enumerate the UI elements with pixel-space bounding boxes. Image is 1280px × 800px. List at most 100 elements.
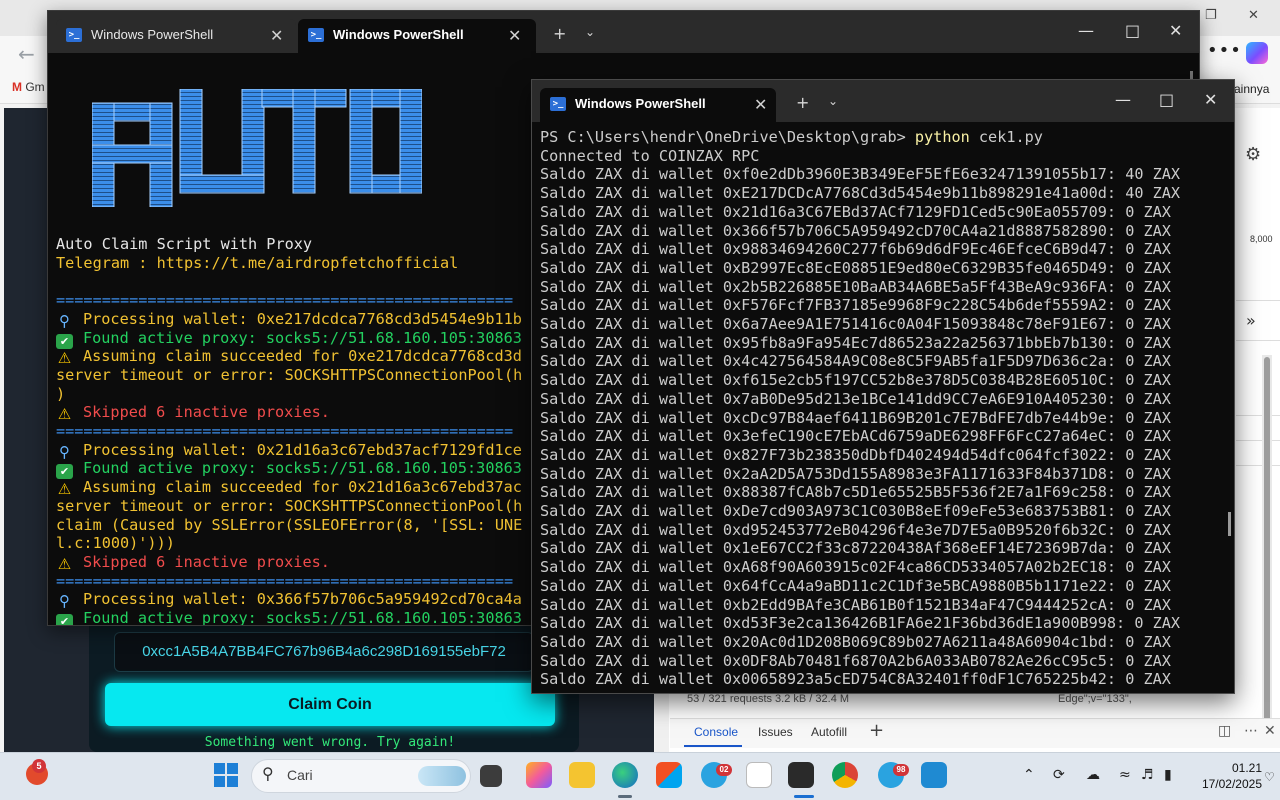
browser-back-icon[interactable]: ← [18, 42, 35, 66]
edge-active-indicator [618, 795, 632, 798]
app-icon[interactable] [746, 762, 772, 788]
network-summary: 53 / 321 requests 3.2 kB / 32.4 M [687, 693, 850, 705]
close-tab-icon[interactable]: ✕ [270, 26, 283, 45]
minimize-icon[interactable]: — [1115, 90, 1131, 109]
cloud-icon[interactable]: ☁ [1086, 767, 1100, 783]
more-tools-icon[interactable]: ⋯ [1244, 723, 1258, 739]
terminal-output-back[interactable]: Auto Claim Script with Proxy Telegram : h… [48, 53, 531, 625]
terminal-line-text: Found active proxy: socks5://51.68.160.1… [83, 459, 522, 478]
terminal-line: ) [56, 385, 65, 404]
wallet-address-field[interactable]: 0xcc1A5B4A7BB4FC767b96B4a6c298D169155ebF… [114, 632, 534, 672]
command-argument: cek1.py [969, 128, 1043, 146]
terminal-line: Saldo ZAX di wallet 0x6a7Aee9A1E751416c0… [540, 315, 1171, 333]
close-window-icon[interactable]: ✕ [1204, 90, 1217, 109]
chrome-icon[interactable] [832, 762, 858, 788]
terminal-line-text: Skipped 6 inactive proxies. [83, 552, 330, 571]
terminal-scrollbar[interactable] [1228, 512, 1231, 536]
terminal-taskbar-icon[interactable] [788, 762, 814, 788]
minimize-icon[interactable]: — [1078, 21, 1094, 40]
terminal-line: Saldo ZAX di wallet 0xf615e2cb5f197CC52b… [540, 371, 1171, 390]
add-tab-icon[interactable]: + [869, 720, 884, 741]
tab-console[interactable]: Console [694, 725, 738, 739]
terminal-line-text: Found active proxy: socks5://51.68.160.1… [83, 328, 522, 347]
terminal-tab-active[interactable]: >_ Windows PowerShell ✕ [540, 88, 776, 122]
windows-logo-icon [214, 763, 238, 787]
browser-restore-icon[interactable]: ❐ [1205, 8, 1217, 23]
clock-time: 01.21 [1231, 761, 1262, 775]
terminal-line: Connected to COINZAX RPC [540, 146, 760, 165]
tray-overflow-icon[interactable]: ⌃ [1023, 767, 1035, 783]
double-chevron-icon[interactable]: » [1246, 311, 1256, 330]
copilot-taskbar-icon[interactable] [526, 762, 552, 788]
bookmark-other[interactable]: ainnya [1234, 82, 1269, 96]
tab-issues[interactable]: Issues [758, 725, 793, 739]
start-icon[interactable] [213, 762, 239, 788]
error-message: Something went wrong. Try again! [204, 735, 456, 750]
telegram-2-badge: 98 [893, 764, 909, 776]
terminal-line: Saldo ZAX di wallet 0x88387fCA8b7c5D1e65… [540, 483, 1171, 502]
terminal-line: Telegram : https://t.me/airdropfetchoffi… [56, 254, 458, 273]
browser-menu-icon[interactable]: ••• [1207, 40, 1242, 61]
powershell-icon: >_ [308, 28, 324, 42]
devtools-row-divider [1236, 415, 1280, 416]
new-tab-icon[interactable]: + [796, 93, 809, 112]
terminal-line: Saldo ZAX di wallet 0x1eE67CC2f33c872204… [540, 539, 1171, 558]
devtools-scrollbar-thumb[interactable] [1264, 357, 1270, 730]
terminal-line-text: Processing wallet: 0x366f57b706c5a959492… [83, 590, 522, 609]
terminal-tab-active[interactable]: >_ Windows PowerShell ✕ [298, 19, 536, 53]
browser-close-icon[interactable]: ✕ [1248, 8, 1259, 23]
devtools-row-divider [1236, 300, 1280, 301]
bookmark-gmail-label: Gm [25, 80, 45, 94]
claim-coin-button[interactable]: Claim Coin [105, 683, 555, 726]
tab-dropdown-icon[interactable]: ⌄ [585, 25, 595, 39]
devtools-number-label: 8,000 [1250, 234, 1273, 244]
copilot-icon[interactable] [1246, 42, 1268, 64]
close-tab-icon[interactable]: ✕ [508, 26, 521, 45]
notification-bell-icon[interactable]: ♡ [1264, 770, 1275, 784]
terminal-line: Saldo ZAX di wallet 0xd952453772eB04296f… [540, 520, 1171, 539]
terminal-output-front[interactable]: PS C:\Users\hendr\OneDrive\Desktop\grab>… [532, 122, 1234, 693]
terminal-line: Saldo ZAX di wallet 0x00658923a5cED754C8… [540, 670, 1171, 689]
settings-gear-icon[interactable]: ⚙ [1245, 144, 1261, 165]
warning-icon: ⚠ [57, 554, 72, 573]
terminal-line-text: ========================================… [56, 571, 514, 590]
magnifier-icon: ⚲ [59, 592, 70, 611]
terminal-tab-title: Windows PowerShell [91, 27, 214, 42]
maximize-icon[interactable]: □ [1159, 90, 1174, 109]
terminal-line: Saldo ZAX di wallet 0x2aA2D5A753Dd155A89… [540, 464, 1171, 483]
terminal-tab[interactable]: >_ Windows PowerShell ✕ [56, 19, 296, 53]
warning-icon: ⚠ [57, 480, 72, 499]
maximize-icon[interactable]: □ [1125, 21, 1140, 40]
terminal-line: Saldo ZAX di wallet 0x64fCcA4a9aBD11c2C1… [540, 576, 1171, 595]
close-tab-icon[interactable]: ✕ [754, 95, 767, 114]
terminal-line-text: Auto Claim Script with Proxy [56, 235, 313, 253]
terminal-line: claim (Caused by SSLError(SSLEOFError(8,… [56, 516, 522, 535]
edge-icon[interactable] [612, 762, 638, 788]
terminal-line-text: Assuming claim succeeded for 0x21d16a3c6… [83, 478, 522, 497]
file-explorer-icon[interactable] [569, 762, 595, 788]
close-drawer-icon[interactable]: ✕ [1264, 723, 1276, 739]
command-name: python [914, 128, 970, 146]
terminal-line: Auto Claim Script with Proxy [56, 235, 312, 254]
bookmark-gmail[interactable]: M Gm [12, 80, 45, 94]
taskbar-clock[interactable]: 01.21 17/02/2025 [1196, 760, 1262, 792]
store-icon[interactable] [656, 762, 682, 788]
terminal-line: ⚠ Assuming claim succeeded for 0x21d16a3c… [56, 478, 522, 497]
new-tab-icon[interactable]: + [553, 24, 566, 43]
dock-icon[interactable]: ◫ [1218, 723, 1231, 739]
tab-autofill[interactable]: Autofill [811, 725, 847, 739]
terminal-line: Saldo ZAX di wallet 0xB2997Ec8EcE08851E9… [540, 258, 1171, 277]
task-view-icon[interactable] [480, 765, 502, 787]
devtools-row-divider [1236, 465, 1280, 466]
vscode-icon[interactable] [921, 762, 947, 788]
battery-icon[interactable]: ▮ [1164, 767, 1172, 783]
checkmark-icon: ✔ [56, 614, 73, 625]
tab-dropdown-icon[interactable]: ⌄ [828, 94, 838, 108]
terminal-line: Saldo ZAX di wallet 0x98834694260C277f6b… [540, 240, 1171, 259]
wifi-icon[interactable]: ≈ [1119, 767, 1131, 783]
terminal-line: Saldo ZAX di wallet 0xd53F3e2ca136426B1F… [540, 614, 1181, 633]
sync-icon[interactable]: ⟳ [1053, 767, 1065, 783]
volume-icon[interactable]: ♬ [1141, 767, 1154, 783]
search-highlight-image [418, 766, 466, 786]
close-window-icon[interactable]: ✕ [1169, 21, 1182, 40]
